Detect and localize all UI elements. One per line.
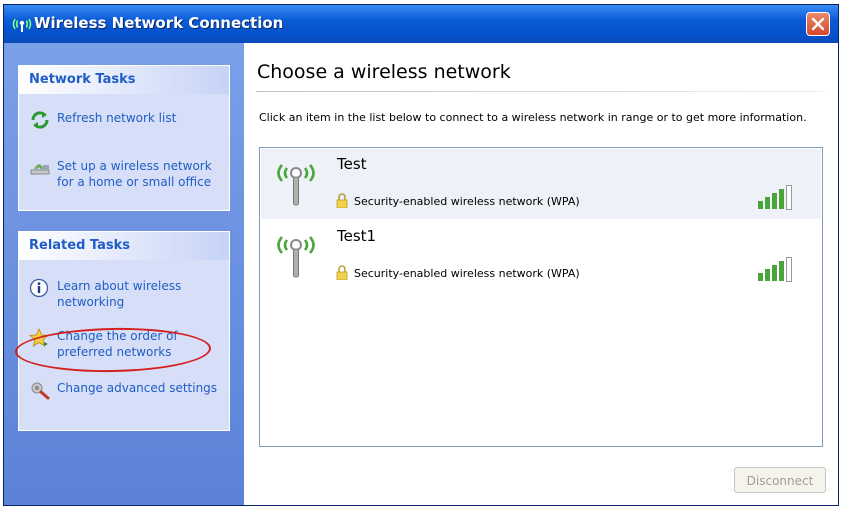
related-tasks-header: Related Tasks — [19, 232, 229, 260]
title-divider — [256, 91, 826, 92]
change-advanced-settings-label: Change advanced settings — [57, 381, 218, 395]
signal-strength-icon — [758, 185, 792, 210]
setup-wireless-icon — [30, 164, 50, 175]
signal-strength-icon — [758, 257, 792, 282]
setup-wireless-network-link[interactable]: Set up a wireless network for a home or … — [29, 158, 225, 190]
network-name: Test1 — [337, 227, 377, 245]
star-icon — [29, 328, 50, 347]
instructions-text: Click an item in the list below to conne… — [259, 111, 807, 124]
change-advanced-settings-link[interactable]: Change advanced settings — [29, 380, 225, 400]
refresh-network-list-link[interactable]: Refresh network list — [29, 110, 225, 130]
network-item-test[interactable]: Test Security-enabled wireless network (… — [261, 149, 821, 219]
setup-wireless-network-label: Set up a wireless network for a home or … — [57, 159, 212, 189]
lock-icon — [336, 193, 348, 208]
wireless-antenna-icon — [277, 164, 315, 206]
settings-icon — [31, 382, 50, 400]
sidebar: Network Tasks Refresh network list Set u… — [4, 43, 244, 505]
change-order-preferred-networks-label: Change the order of preferred networks — [57, 329, 178, 359]
wireless-antenna-icon — [277, 236, 315, 278]
lock-icon — [336, 265, 348, 280]
wireless-connection-window: Wireless Network Connection Network Task… — [3, 4, 839, 506]
learn-about-wireless-label: Learn about wireless networking — [57, 279, 182, 309]
network-tasks-header: Network Tasks — [19, 66, 229, 94]
network-name: Test — [337, 155, 367, 173]
disconnect-button[interactable]: Disconnect — [734, 467, 826, 493]
title-bar[interactable]: Wireless Network Connection — [4, 5, 838, 43]
change-order-preferred-networks-link[interactable]: Change the order of preferred networks — [29, 328, 225, 360]
wireless-network-icon — [12, 18, 32, 32]
refresh-icon — [31, 111, 49, 129]
learn-about-wireless-link[interactable]: Learn about wireless networking — [29, 278, 225, 310]
network-list[interactable]: Test Security-enabled wireless network (… — [259, 147, 823, 447]
network-item-test1[interactable]: Test1 Security-enabled wireless network … — [261, 221, 821, 291]
refresh-network-list-label: Refresh network list — [57, 111, 177, 125]
info-icon — [29, 278, 49, 298]
network-security-status: Security-enabled wireless network (WPA) — [354, 195, 580, 208]
window-title: Wireless Network Connection — [34, 14, 284, 32]
main-panel: Choose a wireless network Click an item … — [244, 43, 838, 505]
network-tasks-panel: Network Tasks Refresh network list Set u… — [18, 65, 230, 211]
network-security-status: Security-enabled wireless network (WPA) — [354, 267, 580, 280]
page-title: Choose a wireless network — [257, 61, 511, 83]
close-button[interactable] — [806, 12, 830, 36]
related-tasks-panel: Related Tasks Learn about wireless netwo… — [18, 231, 230, 431]
close-icon — [811, 17, 825, 31]
